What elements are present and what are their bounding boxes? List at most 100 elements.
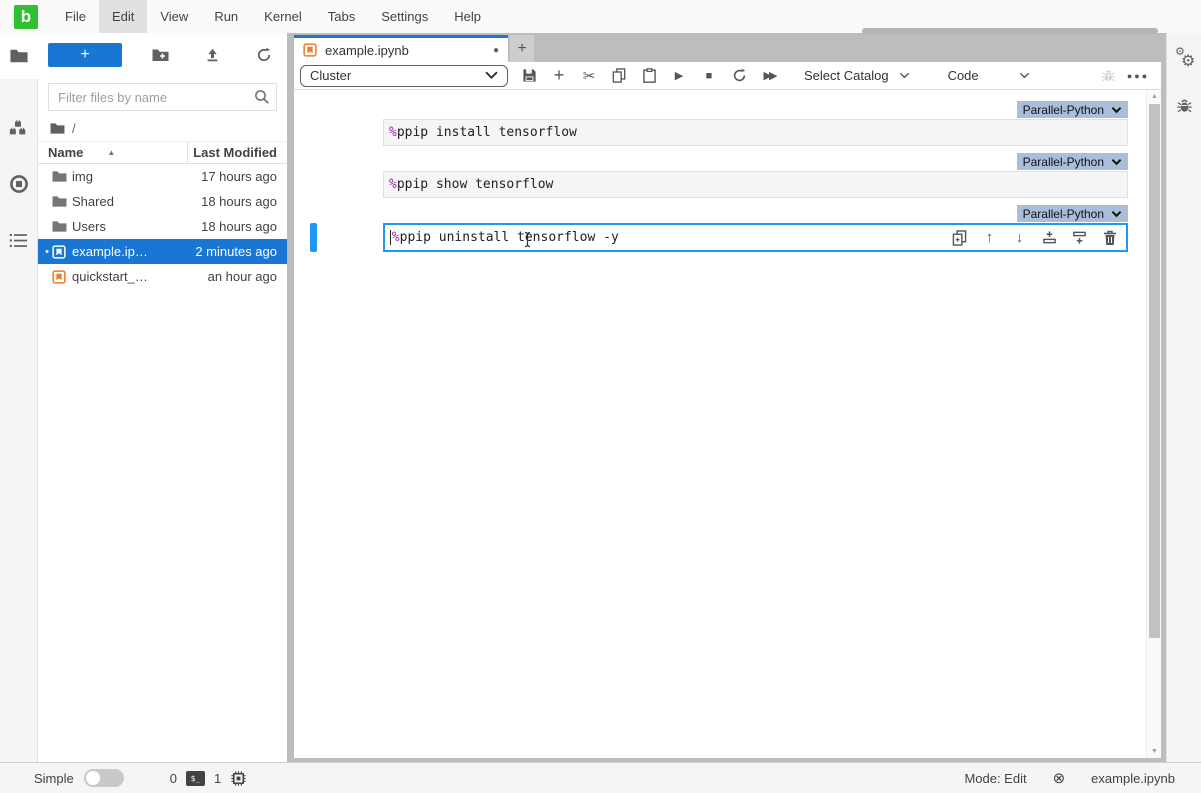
cell-editor[interactable]: %ppip install tensorflow xyxy=(383,119,1128,146)
scrollbar-thumb[interactable] xyxy=(1149,104,1160,638)
property-inspector-tab[interactable]: ⚙ ⚙ xyxy=(1175,45,1195,67)
simple-mode-toggle[interactable] xyxy=(84,769,124,787)
kernel-badge-dropdown[interactable]: Parallel-Python xyxy=(1017,101,1128,118)
folder-icon xyxy=(52,220,72,233)
delete-cell-button[interactable] xyxy=(1101,229,1118,246)
restart-kernel-button[interactable] xyxy=(724,64,754,88)
column-name[interactable]: Name▲ xyxy=(38,142,188,163)
insert-cell-above-button[interactable] xyxy=(1041,229,1058,246)
move-cell-up-button[interactable]: ↑ xyxy=(981,229,998,246)
menu-item-help[interactable]: Help xyxy=(441,0,494,33)
bug-icon xyxy=(1101,68,1116,83)
file-browser-panel: + / Name▲ Last Modif xyxy=(38,33,287,762)
table-of-contents-tab[interactable] xyxy=(0,217,38,263)
new-launcher-button[interactable]: + xyxy=(48,43,122,67)
menu-item-run[interactable]: Run xyxy=(201,0,251,33)
duplicate-cell-button[interactable] xyxy=(951,229,968,246)
cluster-select[interactable]: Cluster xyxy=(300,65,508,87)
chevron-down-icon xyxy=(1111,210,1122,218)
menu-item-edit[interactable]: Edit xyxy=(99,0,147,33)
blocks-icon xyxy=(9,119,28,138)
cell-collapser[interactable] xyxy=(310,223,317,252)
file-browser-tab[interactable] xyxy=(0,33,38,79)
cut-cells-button[interactable]: ✂ xyxy=(574,64,604,88)
running-sessions-tab[interactable] xyxy=(0,161,38,207)
scroll-up-arrow[interactable]: ▲ xyxy=(1147,93,1161,100)
current-file-label[interactable]: example.ipynb xyxy=(1091,771,1175,786)
move-cell-down-button[interactable]: ↓ xyxy=(1011,229,1028,246)
kernel-badge-dropdown[interactable]: Parallel-Python xyxy=(1017,153,1128,170)
menubar-items: FileEditViewRunKernelTabsSettingsHelp xyxy=(52,0,494,33)
file-modified: 18 hours ago xyxy=(201,219,287,234)
file-row[interactable]: Users 18 hours ago xyxy=(38,214,287,239)
new-folder-button[interactable] xyxy=(148,43,174,67)
more-commands-button[interactable]: ●●● xyxy=(1123,64,1153,88)
chevron-down-icon xyxy=(1111,158,1122,166)
debugger-button[interactable] xyxy=(1093,64,1123,88)
jupyterlab-window: b FileEditViewRunKernelTabsSettingsHelp … xyxy=(0,0,1201,793)
notebook-panel: Cluster + ✂ ▶ ■ ▶▶ Select Catalog xyxy=(294,62,1161,758)
copy-cells-button[interactable] xyxy=(604,64,634,88)
menu-item-kernel[interactable]: Kernel xyxy=(251,0,315,33)
clipboard-icon xyxy=(643,68,656,83)
vertical-scrollbar[interactable]: ▲ ▼ xyxy=(1146,90,1161,758)
workspace: + / Name▲ Last Modif xyxy=(0,33,1201,762)
file-row[interactable]: Shared 18 hours ago xyxy=(38,189,287,214)
menubar: b FileEditViewRunKernelTabsSettingsHelp xyxy=(0,0,1201,33)
home-folder-icon[interactable] xyxy=(50,122,65,135)
file-name: Users xyxy=(72,219,201,234)
new-tab-button[interactable]: + xyxy=(510,35,534,62)
paste-cells-button[interactable] xyxy=(634,64,664,88)
session-counts[interactable]: 0 $_ 1 xyxy=(170,770,247,787)
fast-forward-icon: ▶▶ xyxy=(764,69,775,82)
notebook-content: Parallel-Python %ppip install tensorflow… xyxy=(294,90,1161,758)
column-last-modified[interactable]: Last Modified xyxy=(188,145,287,160)
scissors-icon: ✂ xyxy=(583,67,596,85)
insert-cell-below-button[interactable] xyxy=(1071,229,1088,246)
kernel-badge-label: Parallel-Python xyxy=(1023,207,1104,221)
folder-icon xyxy=(52,195,72,208)
menubar-hscrollbar-thumb[interactable] xyxy=(862,28,1158,34)
cell-type-dropdown[interactable]: Code xyxy=(942,68,1036,83)
file-row[interactable]: • example.ip… 2 minutes ago xyxy=(38,239,287,264)
copy-icon xyxy=(612,68,626,83)
app-logo[interactable]: b xyxy=(14,5,38,29)
menu-item-tabs[interactable]: Tabs xyxy=(315,0,368,33)
chevron-down-icon xyxy=(1019,72,1030,80)
refresh-button[interactable] xyxy=(251,43,277,67)
restart-run-all-button[interactable]: ▶▶ xyxy=(754,64,784,88)
not-trusted-icon[interactable]: ⊗ xyxy=(1053,769,1066,787)
file-row[interactable]: img 17 hours ago xyxy=(38,164,287,189)
debugger-tab[interactable] xyxy=(1176,97,1193,114)
file-modified: an hour ago xyxy=(208,269,287,284)
file-dirty-dot: • xyxy=(42,246,52,258)
menu-item-settings[interactable]: Settings xyxy=(368,0,441,33)
notebook-file-icon xyxy=(303,43,317,57)
kernel-blocks-tab[interactable] xyxy=(0,105,38,151)
tab-bar: example.ipynb ● + xyxy=(294,35,1161,62)
filter-files-input[interactable] xyxy=(48,83,277,111)
tab-example-ipynb[interactable]: example.ipynb ● xyxy=(294,35,508,62)
upload-button[interactable] xyxy=(199,43,225,67)
cell-code: %ppip uninstall tensorflow -y xyxy=(392,230,619,245)
run-cell-button[interactable]: ▶ xyxy=(664,64,694,88)
mode-indicator[interactable]: Mode: Edit xyxy=(964,771,1026,786)
save-button[interactable] xyxy=(514,64,544,88)
menu-item-file[interactable]: File xyxy=(52,0,99,33)
tab-dirty-indicator[interactable]: ● xyxy=(493,45,499,56)
stop-button[interactable]: ■ xyxy=(694,64,724,88)
breadcrumb-root[interactable]: / xyxy=(72,121,76,136)
menu-item-view[interactable]: View xyxy=(147,0,201,33)
select-catalog-dropdown[interactable]: Select Catalog xyxy=(798,68,916,83)
file-modified: 17 hours ago xyxy=(201,169,287,184)
kernel-badge-dropdown[interactable]: Parallel-Python xyxy=(1017,205,1128,222)
file-row[interactable]: quickstart_… an hour ago xyxy=(38,264,287,289)
scroll-down-arrow[interactable]: ▼ xyxy=(1147,748,1161,755)
cell-editor[interactable]: %ppip uninstall tensorflow -y ↑ ↓ xyxy=(383,223,1128,252)
file-name: Shared xyxy=(72,194,201,209)
add-cell-button[interactable]: + xyxy=(544,64,574,88)
file-name: img xyxy=(72,169,201,184)
cell-editor[interactable]: %ppip show tensorflow xyxy=(383,171,1128,198)
right-activity-bar: ⚙ ⚙ xyxy=(1166,33,1201,762)
cell-code: %ppip install tensorflow xyxy=(389,125,577,140)
